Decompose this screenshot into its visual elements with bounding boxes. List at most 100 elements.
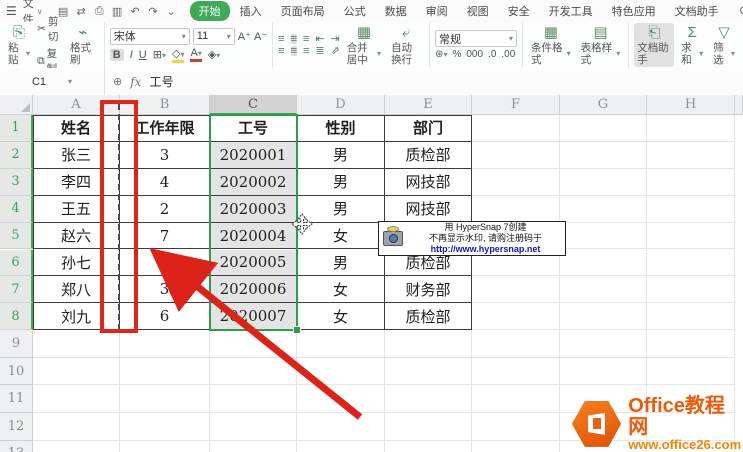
print-preview-icon[interactable]: ▥ (109, 3, 126, 19)
grid-cell[interactable] (647, 141, 735, 169)
row-header-8[interactable]: 8 (0, 303, 33, 331)
cell-E8[interactable]: 质检部 (385, 303, 472, 331)
grid-cell[interactable] (560, 115, 647, 142)
grid-cell[interactable] (120, 357, 210, 386)
table-style-button[interactable]: ▤ 表格样式 ▾ (578, 23, 624, 66)
export-icon[interactable]: ⇄ (73, 3, 90, 19)
cell-B2[interactable]: 3 (120, 141, 210, 169)
cell-D1[interactable]: 性别 (297, 115, 385, 142)
cell-A8[interactable]: 刘九 (33, 303, 120, 331)
cell-B5[interactable]: 7 (120, 222, 210, 250)
menu-tab-公式[interactable]: 公式 (335, 1, 375, 21)
cell-E2[interactable]: 质检部 (385, 141, 472, 169)
redo-icon[interactable]: ↷ (145, 3, 162, 19)
grid-cell[interactable] (472, 115, 560, 142)
row-header-11[interactable]: 11 (0, 385, 33, 413)
menu-tab-特色应用[interactable]: 特色应用 (603, 1, 665, 21)
conditional-format-button[interactable]: ▦ 条件格式 ▾ (528, 23, 574, 66)
align-left-button[interactable]: ≡ (278, 46, 284, 57)
fx-icon[interactable]: fx (130, 75, 141, 89)
indent-increase-button[interactable]: ⇥ (331, 34, 340, 45)
cell-E3[interactable]: 网技部 (385, 168, 472, 196)
clear-format-button[interactable]: ◈▾ (208, 48, 220, 61)
grid-cell[interactable] (647, 303, 735, 331)
grid-cell[interactable] (560, 222, 647, 250)
grid-cell[interactable] (472, 276, 560, 304)
cell-E1[interactable]: 部门 (385, 115, 472, 142)
grid-cell[interactable] (472, 141, 560, 169)
cell-D5[interactable]: 女 (297, 222, 385, 250)
grid-cell[interactable] (33, 385, 120, 413)
cell-B8[interactable]: 6 (120, 303, 210, 331)
cell-A5[interactable]: 赵六 (33, 222, 120, 250)
column-header-B[interactable]: B (120, 95, 210, 115)
menu-tab-数据[interactable]: 数据 (376, 1, 416, 21)
grid-cell[interactable] (647, 357, 735, 386)
grid-cell[interactable] (647, 195, 735, 223)
row-header-4[interactable]: 4 (0, 195, 33, 223)
grid-cell[interactable] (472, 385, 560, 413)
column-header-H[interactable]: H (647, 95, 735, 115)
print-icon[interactable]: ⎙ (91, 3, 108, 19)
font-name-select[interactable]: 宋体 ▾ (109, 27, 190, 45)
more-icon[interactable]: ⌄ (163, 3, 180, 19)
cell-D7[interactable]: 女 (297, 276, 385, 304)
font-increase-button[interactable]: A⁺ (238, 30, 251, 43)
grid-cell[interactable] (647, 222, 735, 250)
grid-cell[interactable] (472, 303, 560, 331)
grid-cell[interactable] (297, 413, 385, 441)
cell-C8[interactable]: 2020007 (210, 303, 297, 331)
menu-tab-开始[interactable]: 开始 (189, 1, 230, 21)
cell-B7[interactable]: 3 (120, 276, 210, 304)
grid-cell[interactable] (210, 413, 297, 441)
grid-cell[interactable] (33, 330, 120, 358)
grid-cell[interactable] (120, 440, 210, 452)
cell-E7[interactable]: 财务部 (385, 276, 472, 304)
grid-cell[interactable] (560, 303, 647, 331)
select-all-corner[interactable] (0, 95, 33, 115)
grid-cell[interactable] (385, 330, 472, 358)
cell-C1[interactable]: 工号 (210, 115, 297, 142)
grid-cell[interactable] (560, 141, 647, 169)
indent-decrease-button[interactable]: ⇤ (315, 34, 324, 45)
cell-C4[interactable]: 2020003 (210, 195, 297, 223)
grid-cell[interactable] (33, 413, 120, 441)
cell-B3[interactable]: 4 (120, 168, 210, 196)
grid-cell[interactable] (33, 440, 120, 452)
grid-cell[interactable] (120, 385, 210, 413)
grid-cell[interactable] (297, 385, 385, 413)
grid-cell[interactable] (472, 357, 560, 386)
merge-center-button[interactable]: ▦ 合并居中 ▾ (344, 23, 384, 66)
row-header-3[interactable]: 3 (0, 168, 33, 196)
font-size-select[interactable]: 11 ▾ (192, 27, 235, 45)
cell-D4[interactable]: 男 (297, 195, 385, 223)
grid-cell[interactable] (560, 276, 647, 304)
row-header-5[interactable]: 5 (0, 222, 33, 250)
row-header-7[interactable]: 7 (0, 276, 33, 304)
grid-cell[interactable] (647, 276, 735, 304)
grid-cell[interactable] (560, 357, 647, 386)
column-header-E[interactable]: E (385, 95, 472, 115)
grid-cell[interactable] (385, 357, 472, 386)
decrease-decimal-button[interactable]: .00 (501, 49, 515, 60)
underline-button[interactable]: U (139, 49, 147, 61)
grid-cell[interactable] (472, 195, 560, 223)
orientation-button[interactable]: ⇗ (331, 46, 340, 57)
comma-style-button[interactable]: 000 (466, 49, 483, 60)
font-decrease-button[interactable]: A⁻ (254, 30, 267, 43)
grid-cell[interactable] (472, 440, 560, 452)
cell-C7[interactable]: 2020006 (210, 276, 297, 304)
align-center-button[interactable]: ≡ (290, 46, 297, 57)
grid-cell[interactable] (33, 357, 120, 386)
row-header-13[interactable]: 13 (0, 440, 33, 452)
grid-cell[interactable] (472, 330, 560, 358)
grid-cell[interactable] (120, 330, 210, 358)
cell-D6[interactable]: 男 (297, 249, 385, 277)
grid-cell[interactable] (210, 440, 297, 452)
row-header-10[interactable]: 10 (0, 357, 33, 386)
font-color-button[interactable]: A▾ (190, 47, 202, 62)
percent-button[interactable]: % (452, 49, 461, 60)
menu-tab-审阅[interactable]: 审阅 (417, 1, 457, 21)
grid-cell[interactable] (120, 413, 210, 441)
cell-D2[interactable]: 男 (297, 141, 385, 169)
